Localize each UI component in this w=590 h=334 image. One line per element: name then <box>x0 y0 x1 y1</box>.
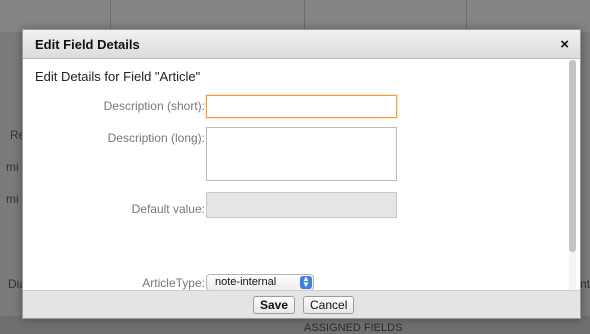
description-short-label: Description (short): <box>103 99 205 113</box>
select-arrows-icon: ▲ ▼ <box>300 275 312 289</box>
background-header-strip <box>0 0 590 32</box>
dialog-footer: Save Cancel <box>23 290 580 318</box>
background-assigned-fields-label: ASSIGNED FIELDS <box>304 322 403 334</box>
article-type-selected-value: note-internal <box>215 276 277 288</box>
default-value-input[interactable] <box>206 192 397 218</box>
dialog-header: Edit Field Details × <box>23 30 580 59</box>
edit-field-details-dialog: Edit Field Details × Edit Details for Fi… <box>22 29 581 319</box>
article-type-label: ArticleType: <box>142 276 205 290</box>
close-icon[interactable]: × <box>560 36 569 53</box>
scrollbar-thumb[interactable] <box>569 60 576 252</box>
save-button[interactable]: Save <box>253 296 296 314</box>
dialog-scrollbar[interactable] <box>569 60 576 290</box>
description-short-input[interactable] <box>206 95 397 118</box>
background-text-fragment: mi <box>6 192 19 206</box>
dialog-content: Edit Details for Field "Article" Descrip… <box>23 59 563 291</box>
dialog-subtitle: Edit Details for Field "Article" <box>35 69 201 84</box>
cancel-button[interactable]: Cancel <box>303 296 355 314</box>
default-value-label: Default value: <box>131 202 205 216</box>
description-long-label: Description (long): <box>107 131 205 145</box>
background-text-fragment: nt <box>580 277 590 291</box>
article-type-select[interactable]: note-internal ▲ ▼ <box>206 274 314 291</box>
dialog-title: Edit Field Details <box>35 37 140 52</box>
description-long-textarea[interactable] <box>206 127 397 181</box>
background-text-fragment: mi <box>6 160 19 174</box>
